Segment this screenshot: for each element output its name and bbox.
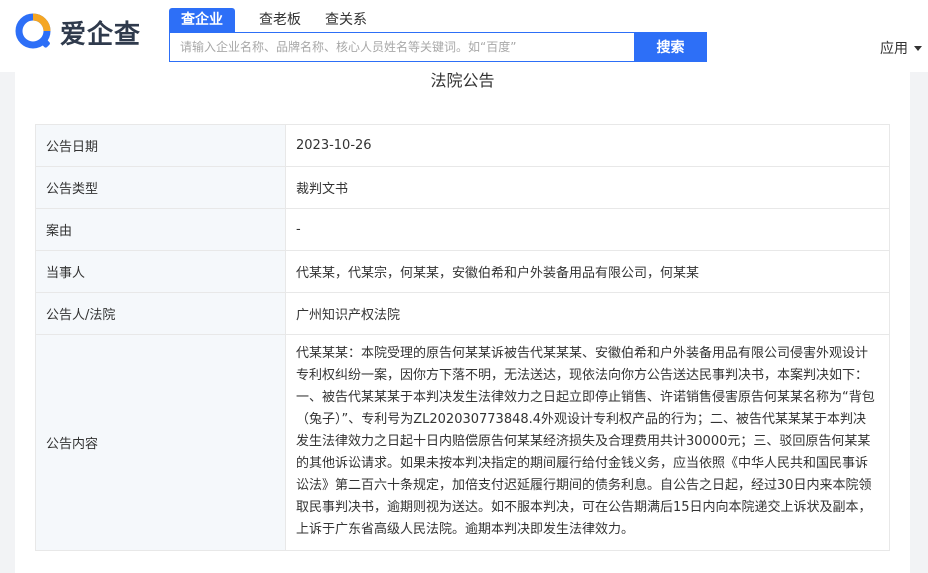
row-value: - [285, 208, 890, 251]
search-tabs: 查企业 查老板 查关系 [169, 8, 389, 32]
tab-relation[interactable]: 查关系 [325, 8, 367, 32]
table-row: 案由 - [35, 208, 890, 251]
row-label: 当事人 [35, 250, 286, 293]
row-label: 案由 [35, 208, 286, 251]
search-button[interactable]: 搜索 [634, 32, 707, 62]
table-row: 公告内容 代某某某：本院受理的原告何某某诉被告代某某某、安徽伯希和户外装备用品有… [35, 334, 890, 551]
search-bar: 搜索 [169, 32, 707, 62]
row-value: 裁判文书 [285, 166, 890, 209]
caret-down-icon [914, 45, 922, 51]
tab-boss[interactable]: 查老板 [259, 8, 301, 32]
search-input[interactable] [169, 32, 634, 62]
table-row: 公告类型 裁判文书 [35, 166, 890, 209]
table-row: 公告人/法院 广州知识产权法院 [35, 292, 890, 335]
top-header: 爱企查 查企业 查老板 查关系 搜索 应用 [0, 0, 928, 72]
row-label: 公告日期 [35, 124, 286, 167]
tab-company[interactable]: 查企业 [169, 8, 235, 32]
row-value: 代某某，代某宗，何某某，安徽伯希和户外装备用品有限公司，何某某 [285, 250, 890, 293]
apps-menu[interactable]: 应用 [880, 38, 922, 58]
page-title: 法院公告 [430, 71, 495, 90]
announcement-table: 公告日期 2023-10-26 公告类型 裁判文书 案由 - 当事人 代某某，代… [35, 124, 890, 551]
apps-label: 应用 [880, 41, 908, 57]
logo[interactable]: 爱企查 [14, 12, 141, 52]
table-row: 公告日期 2023-10-26 [35, 124, 890, 167]
logo-icon [14, 12, 54, 52]
row-value: 2023-10-26 [285, 124, 890, 167]
row-label: 公告类型 [35, 166, 286, 209]
announcement-content: 代某某某：本院受理的原告何某某诉被告代某某某、安徽伯希和户外装备用品有限公司侵害… [285, 334, 890, 551]
logo-text: 爱企查 [60, 19, 142, 50]
announcement-card: 法院公告 公告日期 2023-10-26 公告类型 裁判文书 案由 - 当事人 … [15, 72, 910, 573]
row-label: 公告内容 [35, 334, 286, 551]
row-value: 广州知识产权法院 [285, 292, 890, 335]
row-label: 公告人/法院 [35, 292, 286, 335]
table-row: 当事人 代某某，代某宗，何某某，安徽伯希和户外装备用品有限公司，何某某 [35, 250, 890, 293]
